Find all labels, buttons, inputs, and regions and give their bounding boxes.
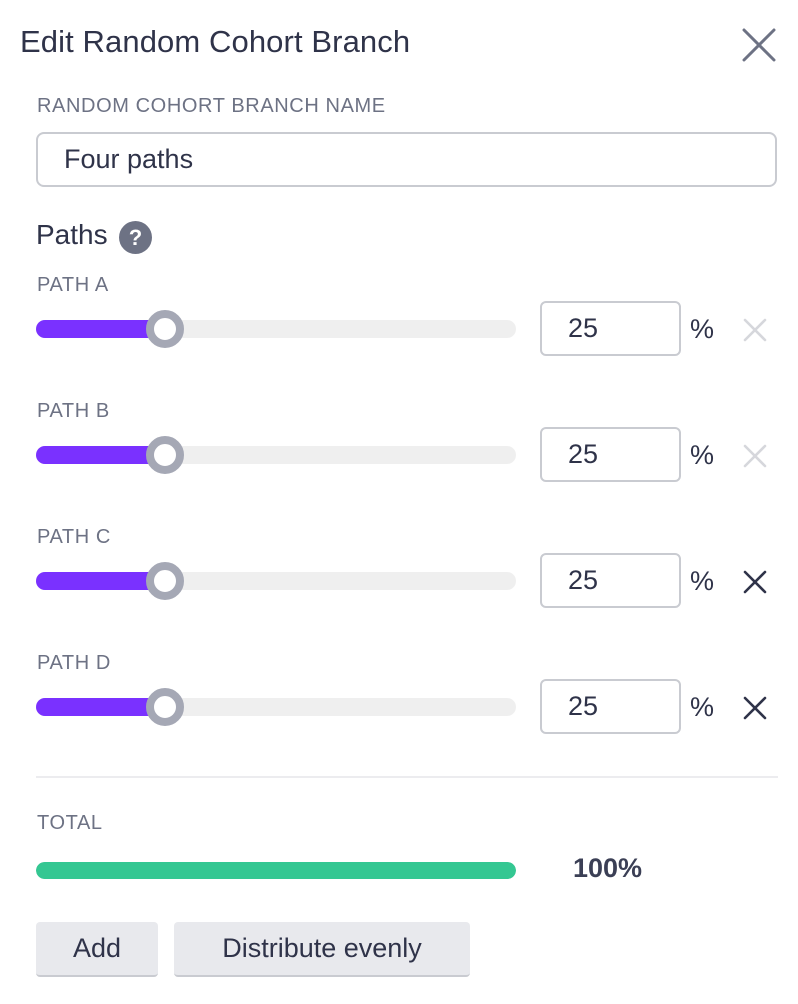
path-slider-thumb[interactable] [146,310,184,348]
path-percent-input[interactable] [540,679,681,734]
percent-sign: % [690,566,715,596]
branch-name-input[interactable] [36,132,777,187]
path-row: PATH D% [0,652,798,772]
path-percent-input[interactable] [540,427,681,482]
paths-heading: Paths [36,219,108,250]
path-slider-thumb[interactable] [146,562,184,600]
remove-path-icon [742,317,768,343]
branch-name-label: RANDOM COHORT BRANCH NAME [37,95,386,117]
path-row: PATH A% [0,274,798,394]
total-label: TOTAL [37,812,103,834]
remove-path-icon [742,443,768,469]
path-label: PATH B [37,400,110,422]
path-label: PATH D [37,652,111,674]
path-slider[interactable] [36,436,516,474]
path-row: PATH C% [0,526,798,646]
path-slider[interactable] [36,562,516,600]
help-icon[interactable]: ? [119,221,152,254]
total-value: 100% [573,853,643,883]
path-slider-thumb[interactable] [146,688,184,726]
path-percent-input[interactable] [540,553,681,608]
path-slider[interactable] [36,310,516,348]
add-button[interactable]: Add [36,922,158,977]
total-progress-bar [36,862,516,879]
path-slider-thumb[interactable] [146,436,184,474]
percent-sign: % [690,314,715,344]
dialog-title: Edit Random Cohort Branch [20,24,411,59]
distribute-evenly-button[interactable]: Distribute evenly [174,922,470,977]
close-icon[interactable] [738,24,780,66]
percent-sign: % [690,692,715,722]
percent-sign: % [690,440,715,470]
path-label: PATH A [37,274,109,296]
path-row: PATH B% [0,400,798,520]
path-slider[interactable] [36,688,516,726]
remove-path-icon[interactable] [742,695,768,721]
path-label: PATH C [37,526,111,548]
divider [36,776,778,778]
path-percent-input[interactable] [540,301,681,356]
total-progress-fill [36,862,516,879]
remove-path-icon[interactable] [742,569,768,595]
